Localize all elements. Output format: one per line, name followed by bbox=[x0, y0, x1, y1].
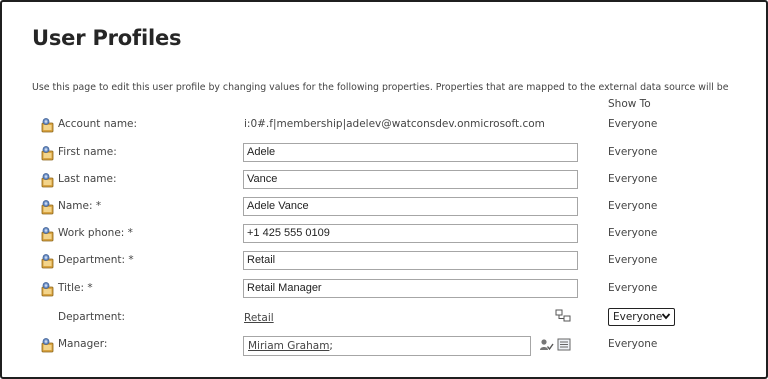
row-department-term: Department: Retail Everyone bbox=[2, 306, 766, 330]
first-name-show-to: Everyone bbox=[608, 146, 658, 158]
manager-show-to: Everyone bbox=[608, 338, 658, 350]
user-profile-icon bbox=[41, 254, 54, 269]
address-book-icon[interactable] bbox=[557, 338, 571, 351]
user-profile-icon bbox=[41, 282, 54, 297]
title-show-to: Everyone bbox=[608, 282, 658, 294]
user-profiles-panel: User Profiles Use this page to edit this… bbox=[0, 0, 768, 379]
manager-people-picker[interactable]: Miriam Graham; bbox=[243, 336, 531, 356]
user-profile-icon bbox=[41, 118, 54, 133]
row-last-name: Last name: Vance Everyone bbox=[2, 168, 766, 192]
check-names-icon[interactable] bbox=[539, 338, 554, 352]
department-input[interactable]: Retail bbox=[243, 251, 578, 270]
name-input[interactable]: Adele Vance bbox=[243, 197, 578, 216]
user-profile-icon bbox=[41, 338, 54, 353]
user-profile-icon bbox=[41, 227, 54, 242]
department-label: Department: * bbox=[58, 254, 134, 266]
chevron-down-icon bbox=[661, 313, 671, 320]
work-phone-show-to: Everyone bbox=[608, 227, 658, 239]
name-show-to: Everyone bbox=[608, 200, 658, 212]
title-input[interactable]: Retail Manager bbox=[243, 279, 578, 298]
show-to-column-header: Show To bbox=[608, 98, 651, 110]
department-show-to: Everyone bbox=[608, 254, 658, 266]
first-name-input[interactable]: Adele bbox=[243, 143, 578, 162]
show-to-selected-value: Everyone bbox=[613, 311, 663, 323]
row-account-name: Account name: i:0#.f|membership|adelev@w… bbox=[2, 113, 766, 137]
account-name-show-to: Everyone bbox=[608, 118, 658, 130]
row-first-name: First name: Adele Everyone bbox=[2, 141, 766, 165]
department-show-to-select[interactable]: Everyone bbox=[608, 308, 675, 326]
account-name-value: i:0#.f|membership|adelev@watconsdev.onmi… bbox=[244, 118, 545, 130]
manager-name-separator: ; bbox=[329, 340, 333, 352]
last-name-label: Last name: bbox=[58, 173, 117, 185]
work-phone-label: Work phone: * bbox=[58, 227, 133, 239]
user-profile-icon bbox=[41, 200, 54, 215]
row-name: Name: * Adele Vance Everyone bbox=[2, 195, 766, 219]
title-label: Title: * bbox=[58, 282, 93, 294]
manager-name[interactable]: Miriam Graham bbox=[248, 340, 329, 352]
last-name-input[interactable]: Vance bbox=[243, 170, 578, 189]
page-description: Use this page to edit this user profile … bbox=[32, 82, 729, 93]
row-work-phone: Work phone: * +1 425 555 0109 Everyone bbox=[2, 222, 766, 246]
row-manager: Manager: Miriam Graham; Everyone bbox=[2, 333, 766, 357]
name-label: Name: * bbox=[58, 200, 102, 212]
department-term-label: Department: bbox=[58, 311, 126, 323]
row-title: Title: * Retail Manager Everyone bbox=[2, 277, 766, 301]
page-title: User Profiles bbox=[32, 26, 182, 50]
department-term-link[interactable]: Retail bbox=[244, 312, 274, 324]
term-picker-icon[interactable] bbox=[555, 309, 571, 323]
user-profile-icon bbox=[41, 173, 54, 188]
last-name-show-to: Everyone bbox=[608, 173, 658, 185]
manager-label: Manager: bbox=[58, 338, 108, 350]
user-profile-icon bbox=[41, 146, 54, 161]
first-name-label: First name: bbox=[58, 146, 117, 158]
account-name-label: Account name: bbox=[58, 118, 138, 130]
work-phone-input[interactable]: +1 425 555 0109 bbox=[243, 224, 578, 243]
row-department-required: Department: * Retail Everyone bbox=[2, 249, 766, 273]
